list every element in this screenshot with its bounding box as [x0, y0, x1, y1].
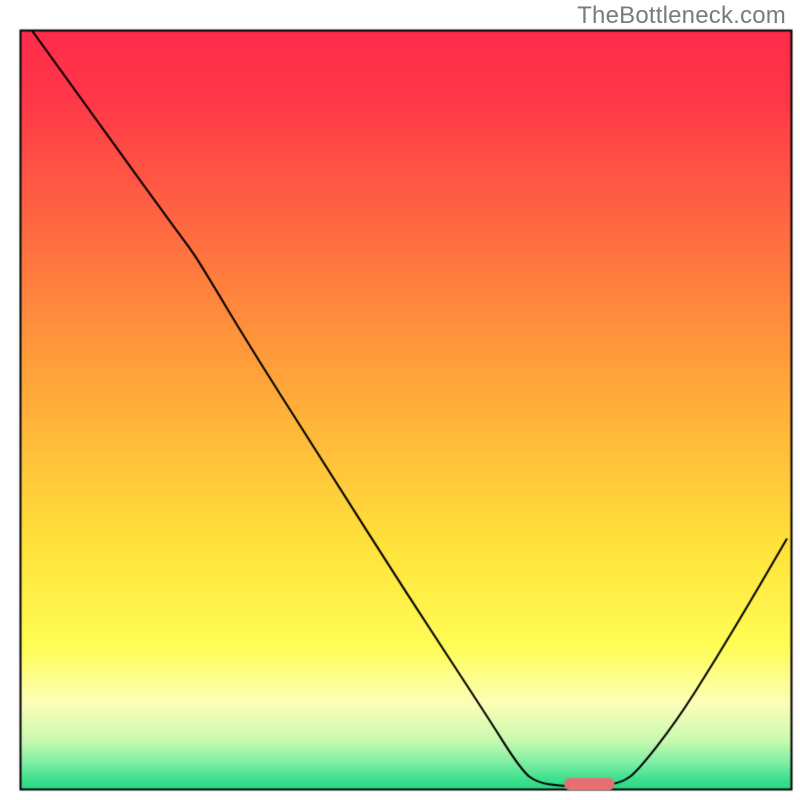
bottleneck-chart-canvas	[0, 0, 800, 800]
watermark-label: TheBottleneck.com	[577, 2, 786, 30]
chart-stage: TheBottleneck.com	[0, 0, 800, 800]
